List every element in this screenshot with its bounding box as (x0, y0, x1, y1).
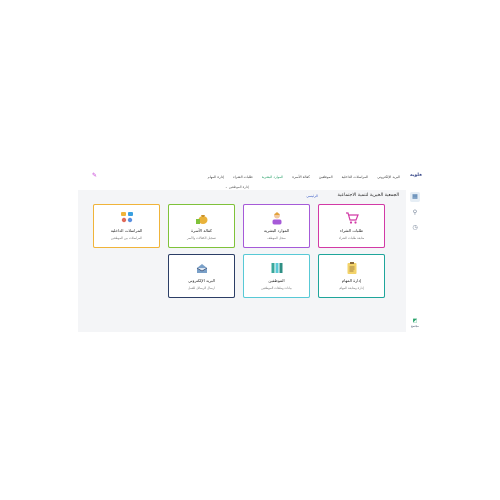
nav-submenu-label: إدارة الموظفين (228, 185, 249, 189)
card-email[interactable]: البريد الإلكتروني ارسال الرسائل للعمل (168, 254, 235, 298)
clock-icon[interactable]: ◷ (410, 223, 420, 233)
card-human-resources[interactable]: الموارد البشرية سجل الموظف (243, 204, 310, 248)
card-task-management[interactable]: إدارة المهام إدارة ومتابعة المهام (318, 254, 385, 298)
employee-icon (272, 212, 281, 225)
card-title: الموارد البشرية (263, 228, 290, 233)
sidebar: فلويه ▦ ⚲ ◷ ◩ مجتمع (405, 168, 424, 332)
nav-item-email[interactable]: البريد الإلكتروني (377, 175, 400, 179)
money-bag-icon (195, 215, 207, 224)
page-title: الجمعية الخيرية لتنمية الاجتماعية (337, 193, 400, 198)
mail-tray-icon (196, 264, 207, 273)
user-badge[interactable]: ◩ مجتمع (409, 318, 421, 328)
main-content: الجمعية الخيرية لتنمية الاجتماعية الرئيس… (78, 190, 406, 332)
clipboard-icon (347, 262, 356, 274)
nav-item-internal-messages[interactable]: المراسلات الداخلية (342, 175, 369, 179)
card-purchase-requests[interactable]: طلبات الشراء متابعة طلبات الشراء (318, 204, 385, 248)
binders-icon (271, 263, 282, 273)
card-description: متابعة طلبات الشراء (338, 236, 365, 240)
card-description: ارسال الرسائل للعمل (187, 286, 216, 290)
card-description: سجل الموظف (267, 236, 286, 240)
card-title: الموظفين (268, 278, 285, 283)
card-internal-messages[interactable]: المراسلات الداخلية المراسلات بين الموظفي… (93, 204, 160, 248)
card-description: إدارة ومتابعة المهام (339, 286, 364, 290)
shopping-cart-icon (345, 212, 359, 224)
chat-icon (120, 212, 133, 223)
app-window: فلويه ▦ ⚲ ◷ ◩ مجتمع ✎ البريد الإلكتروني … (78, 168, 424, 332)
card-description: المراسلات بين الموظفين (110, 236, 143, 240)
nav-menu: البريد الإلكتروني المراسلات الداخلية الم… (208, 175, 400, 179)
card-description: بيانات وملفات الموظفين (261, 286, 292, 290)
top-navigation: ✎ البريد الإلكتروني المراسلات الداخلية ا… (78, 168, 406, 190)
nav-item-family-sponsorship[interactable]: كفالة الأسرة (292, 175, 310, 179)
card-title: البريد الإلكتروني (188, 278, 215, 283)
card-title: إدارة المهام (341, 278, 362, 283)
nav-item-task-management[interactable]: إدارة المهام (208, 175, 225, 179)
nav-submenu-item[interactable]: ⌄ إدارة الموظفين (225, 185, 249, 189)
user-badge-label: مجتمع (411, 324, 419, 328)
card-description: تسجيل الكفالات والأسر (186, 236, 217, 240)
app-logo[interactable]: فلويه (410, 173, 422, 178)
card-family-sponsorship[interactable]: كفالة الأسرة تسجيل الكفالات والأسر (168, 204, 235, 248)
breadcrumb[interactable]: الرئيسي (306, 194, 318, 198)
edit-pen-icon[interactable]: ✎ (92, 173, 98, 179)
card-title: كفالة الأسرة (191, 228, 212, 233)
home-icon[interactable]: ▦ (410, 192, 420, 202)
search-icon[interactable]: ⚲ (410, 208, 420, 218)
nav-item-human-resources[interactable]: الموارد البشرية (262, 175, 284, 179)
card-title: طلبات الشراء (339, 228, 364, 233)
card-title: المراسلات الداخلية (110, 228, 143, 233)
nav-item-employees[interactable]: الموظفين (319, 175, 333, 179)
card-employees[interactable]: الموظفين بيانات وملفات الموظفين (243, 254, 310, 298)
nav-item-purchase-requests[interactable]: طلبات الشراء (233, 175, 253, 179)
